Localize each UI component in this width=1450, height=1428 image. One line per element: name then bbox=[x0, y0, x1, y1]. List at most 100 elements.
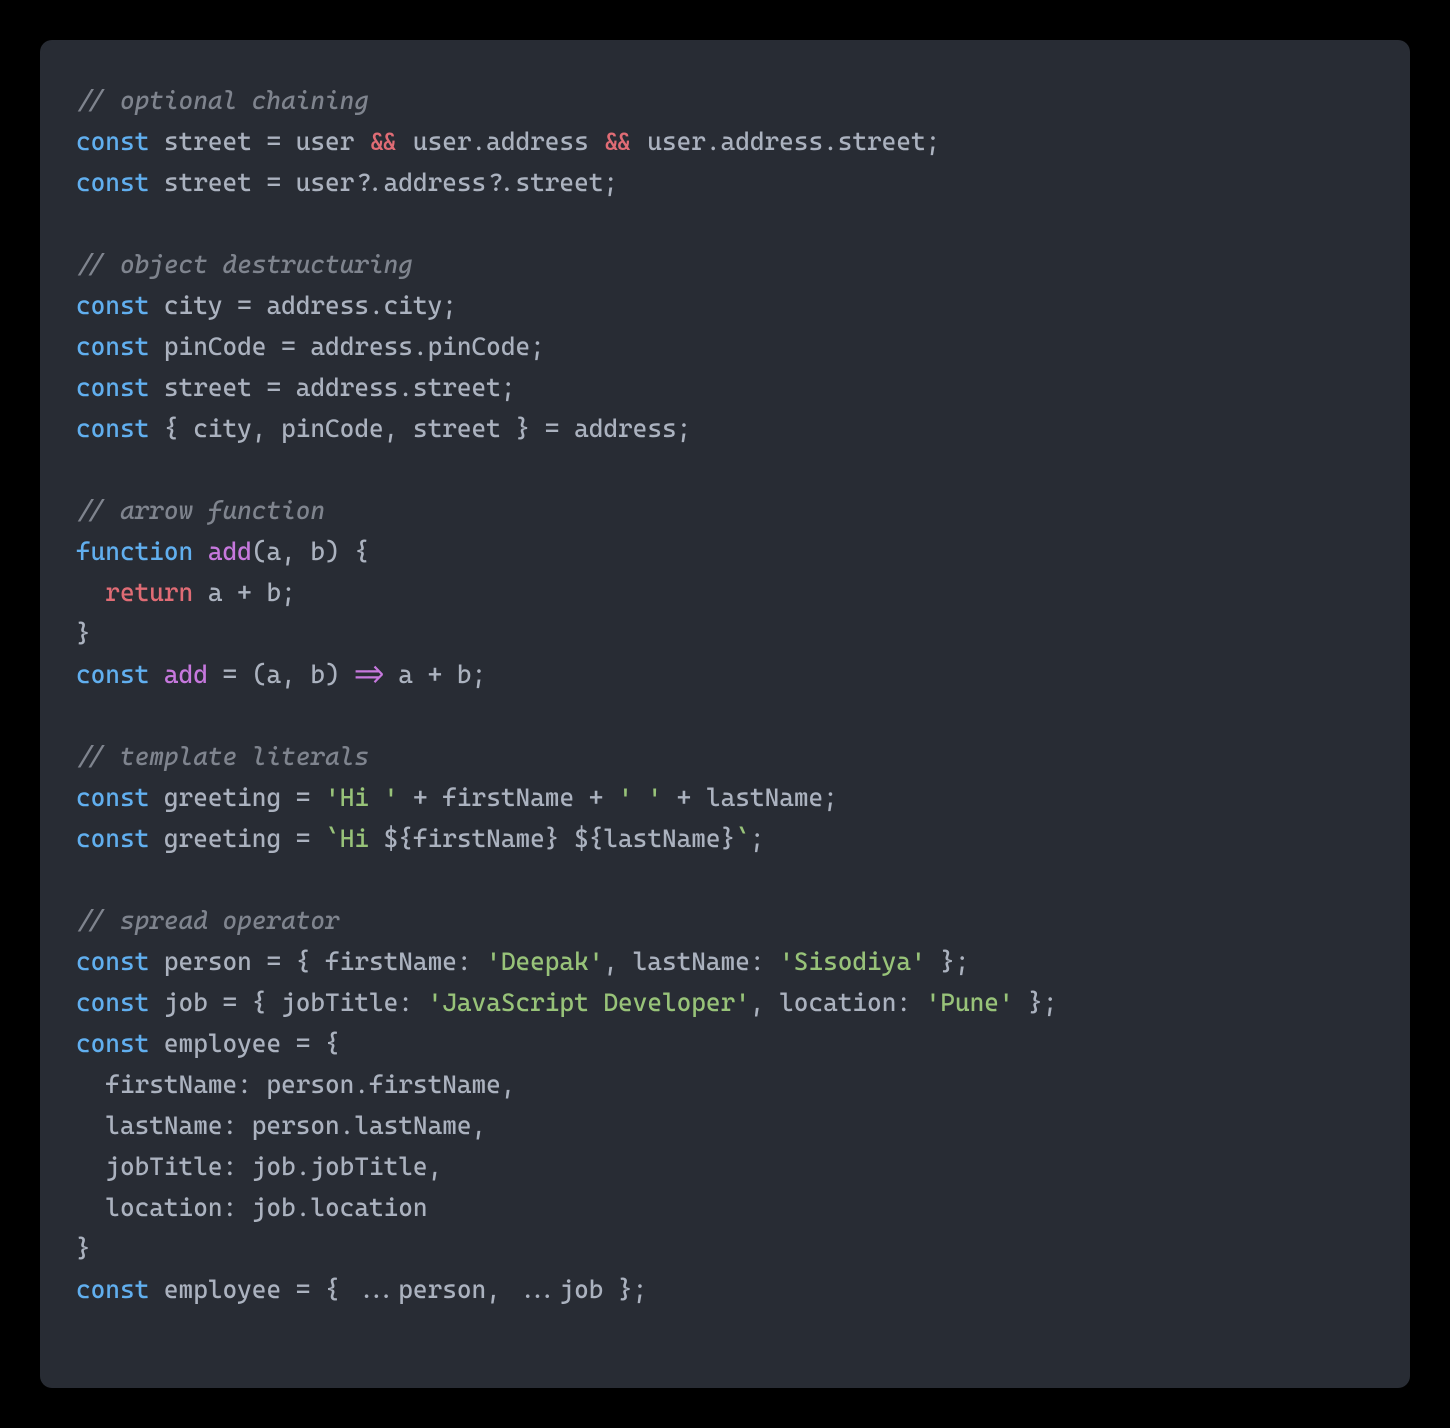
code-token: 'JavaScript Developer' bbox=[428, 988, 750, 1017]
code-token: greeting bbox=[149, 783, 295, 812]
code-token: const bbox=[76, 783, 149, 812]
code-token: user bbox=[281, 127, 369, 156]
code-token: address; bbox=[559, 414, 691, 443]
code-line: jobTitle: job.jobTitle, bbox=[76, 1146, 1374, 1187]
code-token: + bbox=[237, 578, 252, 607]
code-token: ${firstName} bbox=[384, 824, 560, 853]
code-token: `Hi bbox=[325, 824, 384, 853]
code-token: city bbox=[149, 291, 237, 320]
code-token: (a, b) { bbox=[252, 537, 369, 566]
code-token: ' ' bbox=[618, 783, 662, 812]
code-token: const bbox=[76, 291, 149, 320]
code-token: } bbox=[76, 619, 91, 648]
code-token: = bbox=[266, 168, 281, 197]
code-token: = bbox=[296, 783, 311, 812]
code-token: job bbox=[149, 988, 222, 1017]
code-line bbox=[76, 203, 1374, 244]
code-token: address.street; bbox=[281, 373, 515, 402]
code-line: lastName: person.lastName, bbox=[76, 1105, 1374, 1146]
code-line: const person = { firstName: 'Deepak', la… bbox=[76, 941, 1374, 982]
code-token: const bbox=[76, 988, 149, 1017]
code-line: } bbox=[76, 1228, 1374, 1269]
code-line: // template literals bbox=[76, 736, 1374, 777]
code-token: { jobTitle: bbox=[237, 988, 427, 1017]
code-token: firstName bbox=[428, 783, 589, 812]
code-token: function bbox=[76, 537, 193, 566]
code-token: employee bbox=[149, 1029, 295, 1058]
code-token: = bbox=[223, 660, 238, 689]
code-line: const job = { jobTitle: 'JavaScript Deve… bbox=[76, 982, 1374, 1023]
code-line: const greeting = `Hi ${firstName} ${last… bbox=[76, 818, 1374, 859]
code-line: return a + b; bbox=[76, 572, 1374, 613]
code-token: a bbox=[384, 660, 428, 689]
code-token bbox=[559, 824, 574, 853]
code-lines-container: // optional chainingconst street = user … bbox=[76, 80, 1374, 1310]
code-token: greeting bbox=[149, 824, 295, 853]
code-token: street bbox=[149, 373, 266, 402]
code-token: jobTitle: job.jobTitle, bbox=[76, 1152, 442, 1181]
code-token: add bbox=[164, 660, 208, 689]
code-line: firstName: person.firstName, bbox=[76, 1064, 1374, 1105]
code-line: const street = user?.address?.street; bbox=[76, 162, 1374, 203]
code-line bbox=[76, 859, 1374, 900]
code-token: // object destructuring bbox=[76, 250, 413, 279]
code-token: return bbox=[105, 578, 193, 607]
code-token: address.pinCode; bbox=[296, 332, 545, 361]
code-token: const bbox=[76, 373, 149, 402]
code-line bbox=[76, 695, 1374, 736]
code-token: const bbox=[76, 414, 149, 443]
code-token: // arrow function bbox=[76, 496, 325, 525]
code-line: const greeting = 'Hi ' + firstName + ' '… bbox=[76, 777, 1374, 818]
code-token bbox=[193, 537, 208, 566]
code-token: + bbox=[413, 783, 428, 812]
code-line bbox=[76, 449, 1374, 490]
code-token bbox=[398, 783, 413, 812]
code-token: const bbox=[76, 168, 149, 197]
code-token: , location: bbox=[750, 988, 926, 1017]
code-token: }; bbox=[1014, 988, 1058, 1017]
code-token: = bbox=[545, 414, 560, 443]
code-token: lastName: person.lastName, bbox=[76, 1111, 486, 1140]
code-token: const bbox=[76, 127, 149, 156]
code-token: street bbox=[149, 127, 266, 156]
code-token: const bbox=[76, 660, 149, 689]
code-token bbox=[76, 578, 105, 607]
code-token: = bbox=[266, 947, 281, 976]
code-token: user.address.street; bbox=[633, 127, 941, 156]
code-token: 'Pune' bbox=[926, 988, 1014, 1017]
code-line: // arrow function bbox=[76, 490, 1374, 531]
code-token: b; bbox=[442, 660, 486, 689]
code-token: { bbox=[310, 1029, 339, 1058]
code-line: const pinCode = address.pinCode; bbox=[76, 326, 1374, 367]
code-token bbox=[310, 783, 325, 812]
code-token bbox=[662, 783, 677, 812]
code-token: 'Hi ' bbox=[325, 783, 398, 812]
code-token: ${lastName} bbox=[574, 824, 735, 853]
code-token: a bbox=[193, 578, 237, 607]
code-line: const city = address.city; bbox=[76, 285, 1374, 326]
code-token: + bbox=[589, 783, 604, 812]
code-token: = bbox=[266, 127, 281, 156]
code-token bbox=[208, 660, 223, 689]
code-token bbox=[310, 824, 325, 853]
code-token: // optional chaining bbox=[76, 86, 369, 115]
code-token: add bbox=[208, 537, 252, 566]
code-token: } bbox=[76, 1234, 91, 1263]
code-token: && bbox=[369, 127, 398, 156]
code-token: // template literals bbox=[76, 742, 369, 771]
code-token: + bbox=[428, 660, 443, 689]
code-line: // spread operator bbox=[76, 900, 1374, 941]
code-token: ; bbox=[750, 824, 765, 853]
code-token: && bbox=[603, 127, 632, 156]
code-token: { firstName: bbox=[281, 947, 486, 976]
code-token: const bbox=[76, 332, 149, 361]
code-line: const { city, pinCode, street } = addres… bbox=[76, 408, 1374, 449]
code-token bbox=[149, 660, 164, 689]
code-token: = bbox=[296, 1275, 311, 1304]
code-line: const add = (a, b) => a + b; bbox=[76, 654, 1374, 695]
code-token: user.address bbox=[398, 127, 603, 156]
code-token: = bbox=[296, 1029, 311, 1058]
code-line: const employee = { bbox=[76, 1023, 1374, 1064]
code-token: { ...person, ...job }; bbox=[310, 1275, 647, 1304]
code-line: function add(a, b) { bbox=[76, 531, 1374, 572]
